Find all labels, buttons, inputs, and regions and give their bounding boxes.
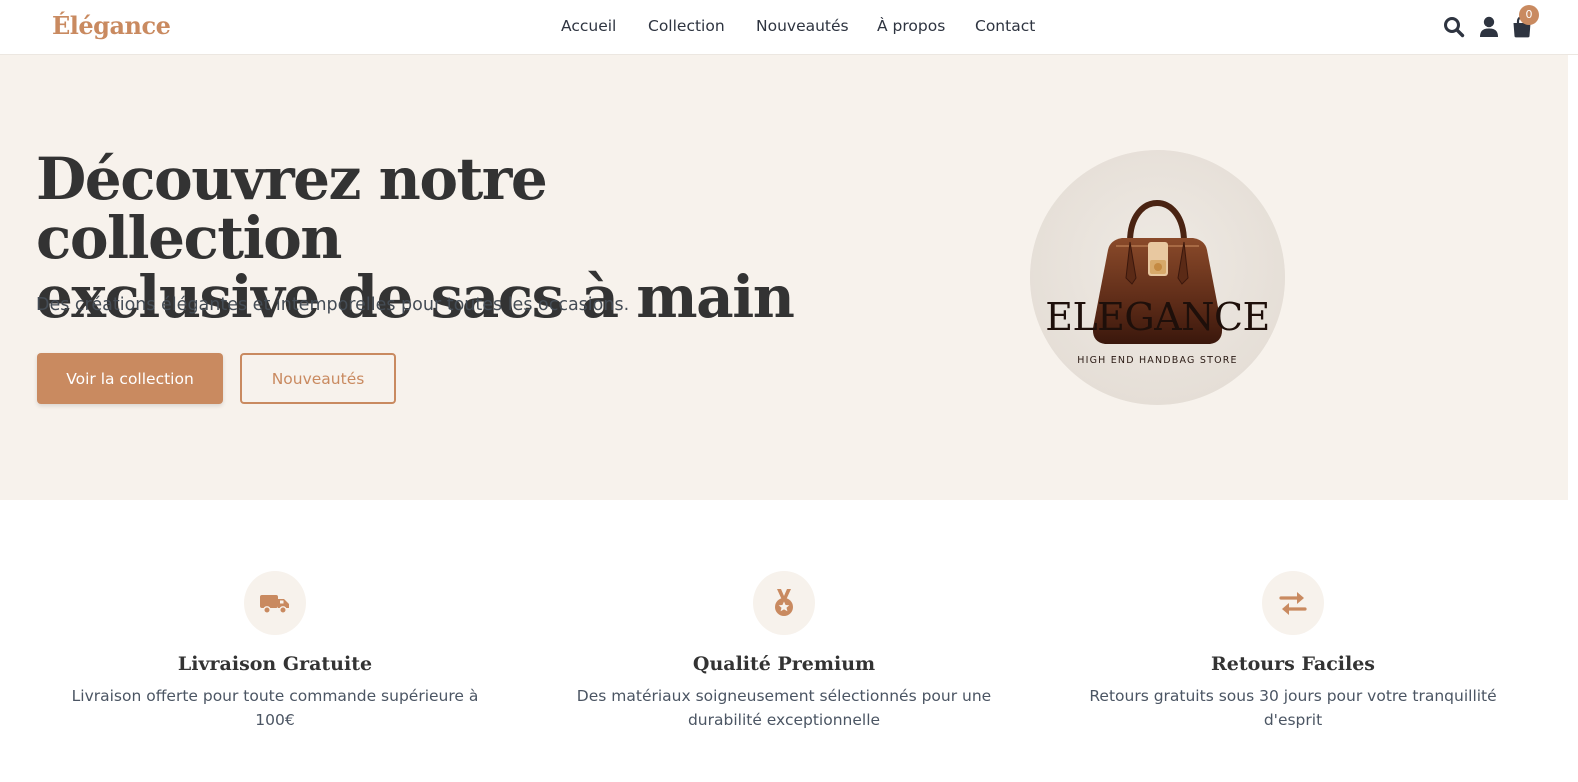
hero-section: Découvrez notre collection exclusive de … <box>0 55 1568 500</box>
search-icon[interactable] <box>1442 15 1466 39</box>
nav-link-collection[interactable]: Collection <box>648 17 725 35</box>
exchange-icon <box>1262 571 1324 635</box>
user-icon[interactable] <box>1477 15 1501 39</box>
nav-link-accueil[interactable]: Accueil <box>561 17 616 35</box>
feature-title: Livraison Gratuite <box>177 653 373 675</box>
handbag-illustration <box>1030 150 1285 405</box>
nav-link-a-propos[interactable]: À propos <box>877 17 945 35</box>
feature-title: Qualité Premium <box>692 653 876 675</box>
truck-icon <box>244 571 306 635</box>
nav-link-contact[interactable]: Contact <box>975 17 1035 35</box>
view-collection-button[interactable]: Voir la collection <box>37 353 223 404</box>
feature-description: Retours gratuits sous 30 jours pour votr… <box>1089 687 1497 729</box>
hero-title-line-1: Découvrez notre collection <box>36 145 548 272</box>
cart-count-badge: 0 <box>1519 5 1539 25</box>
feature-title: Retours Faciles <box>1210 653 1375 675</box>
nav-link-nouveautes[interactable]: Nouveautés <box>756 17 849 35</box>
site-header: Élégance Accueil Collection Nouveautés À… <box>0 0 1578 55</box>
hero-subtitle: Des créations élégantes et intemporelles… <box>36 295 630 315</box>
feature-easy-returns: Retours Faciles Retours gratuits sous 30… <box>1038 571 1548 732</box>
feature-description: Livraison offerte pour toute commande su… <box>71 687 479 729</box>
medal-icon <box>753 571 815 635</box>
feature-free-shipping: Livraison Gratuite Livraison offerte pou… <box>20 571 530 732</box>
main-nav: Accueil Collection Nouveautés À propos C… <box>0 17 1578 39</box>
new-arrivals-button[interactable]: Nouveautés <box>240 353 396 404</box>
brand-logo-image: ELEGANCE HIGH END HANDBAG STORE <box>1030 150 1285 405</box>
brand-logo-tagline: HIGH END HANDBAG STORE <box>1077 355 1238 366</box>
brand-logo-name: ELEGANCE <box>1045 295 1270 339</box>
feature-premium-quality: Qualité Premium Des matériaux soigneusem… <box>529 571 1039 732</box>
feature-description: Des matériaux soigneusement sélectionnés… <box>576 687 992 729</box>
